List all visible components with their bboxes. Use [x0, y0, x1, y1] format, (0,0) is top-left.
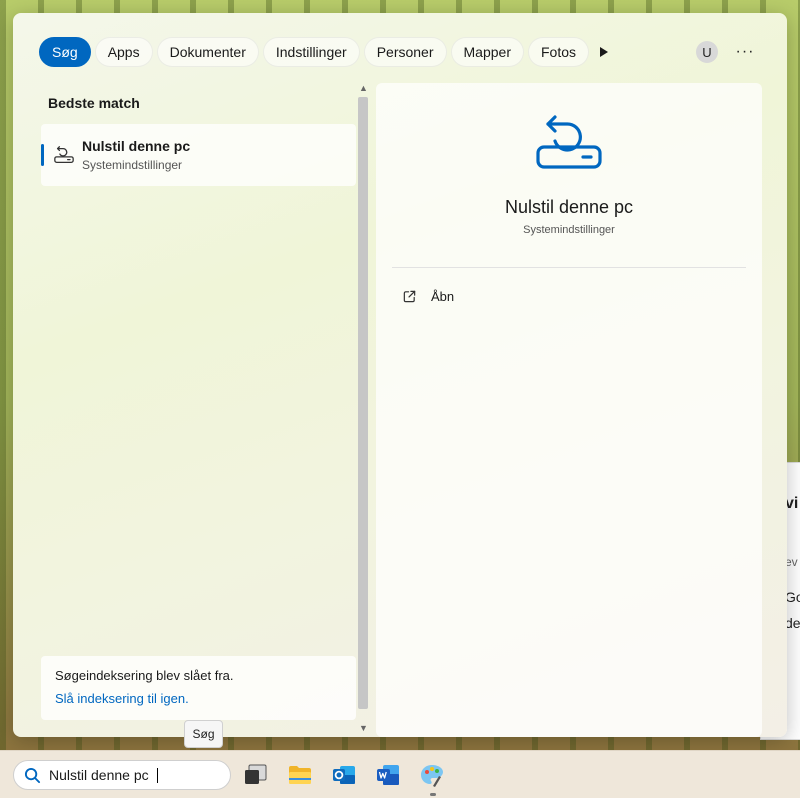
background-text-3: Go: [785, 589, 800, 605]
selection-indicator: [41, 144, 44, 166]
running-indicator: [430, 793, 436, 796]
folder-icon[interactable]: [287, 762, 313, 788]
user-avatar[interactable]: U: [696, 41, 718, 63]
open-action-label: Åbn: [431, 289, 455, 304]
filter-chip-mapper[interactable]: Mapper: [450, 37, 524, 67]
background-text-4: de: [785, 615, 800, 631]
results-scrollbar[interactable]: ▲ ▼: [356, 83, 370, 737]
scroll-down-icon[interactable]: ▼: [359, 723, 368, 733]
text-caret: [156, 767, 158, 783]
filter-chip-soeg[interactable]: Søg: [39, 37, 91, 67]
enable-indexing-link[interactable]: Slå indeksering til igen.: [55, 691, 342, 706]
more-filters-button[interactable]: [595, 43, 613, 61]
search-icon: [24, 767, 41, 783]
outlook-icon[interactable]: [331, 762, 357, 788]
more-options-button[interactable]: ···: [733, 41, 757, 63]
background-text-1: vi: [785, 495, 799, 512]
filter-chip-fotos[interactable]: Fotos: [527, 37, 589, 67]
best-match-result[interactable]: Nulstil denne pc Systemindstillinger: [41, 124, 356, 186]
filter-chip-indstillinger[interactable]: Indstillinger: [262, 37, 360, 67]
filter-chip-apps[interactable]: Apps: [94, 37, 153, 67]
taskbar-search-box[interactable]: Nulstil denne pc: [13, 760, 231, 790]
reset-pc-icon: [54, 146, 74, 163]
search-query-text[interactable]: Nulstil denne pc: [49, 767, 149, 783]
taskbar: Nulstil denne pc: [0, 750, 800, 798]
detail-divider: [392, 267, 746, 268]
reset-pc-icon: [536, 115, 602, 169]
task-view-icon[interactable]: [243, 762, 269, 788]
scroll-up-icon[interactable]: ▲: [359, 83, 368, 93]
paint-icon[interactable]: [419, 762, 445, 788]
search-panel: Søg Apps Dokumenter Indstillinger Person…: [13, 13, 787, 737]
word-icon[interactable]: [375, 762, 401, 788]
best-match-subtitle: Systemindstillinger: [82, 158, 183, 172]
filter-chip-dokumenter[interactable]: Dokumenter: [156, 37, 259, 67]
open-action[interactable]: Åbn: [402, 289, 454, 304]
indexing-message: Søgeindeksering blev slået fra.: [55, 668, 234, 683]
search-filter-bar: Søg Apps Dokumenter Indstillinger Person…: [39, 37, 589, 67]
filter-chip-personer[interactable]: Personer: [363, 37, 447, 67]
indexing-notice: Søgeindeksering blev slået fra. Slå inde…: [41, 656, 356, 720]
play-icon: [600, 47, 608, 57]
scrollbar-thumb[interactable]: [358, 97, 368, 709]
search-tooltip: Søg: [184, 720, 223, 748]
detail-title: Nulstil denne pc: [504, 197, 634, 217]
open-external-icon: [403, 290, 416, 303]
result-detail-pane: Nulstil denne pc Systemindstillinger Åbn: [376, 83, 762, 737]
best-match-heading: Bedste match: [48, 95, 140, 111]
best-match-title: Nulstil denne pc: [82, 138, 191, 154]
detail-subtitle: Systemindstillinger: [523, 224, 615, 236]
